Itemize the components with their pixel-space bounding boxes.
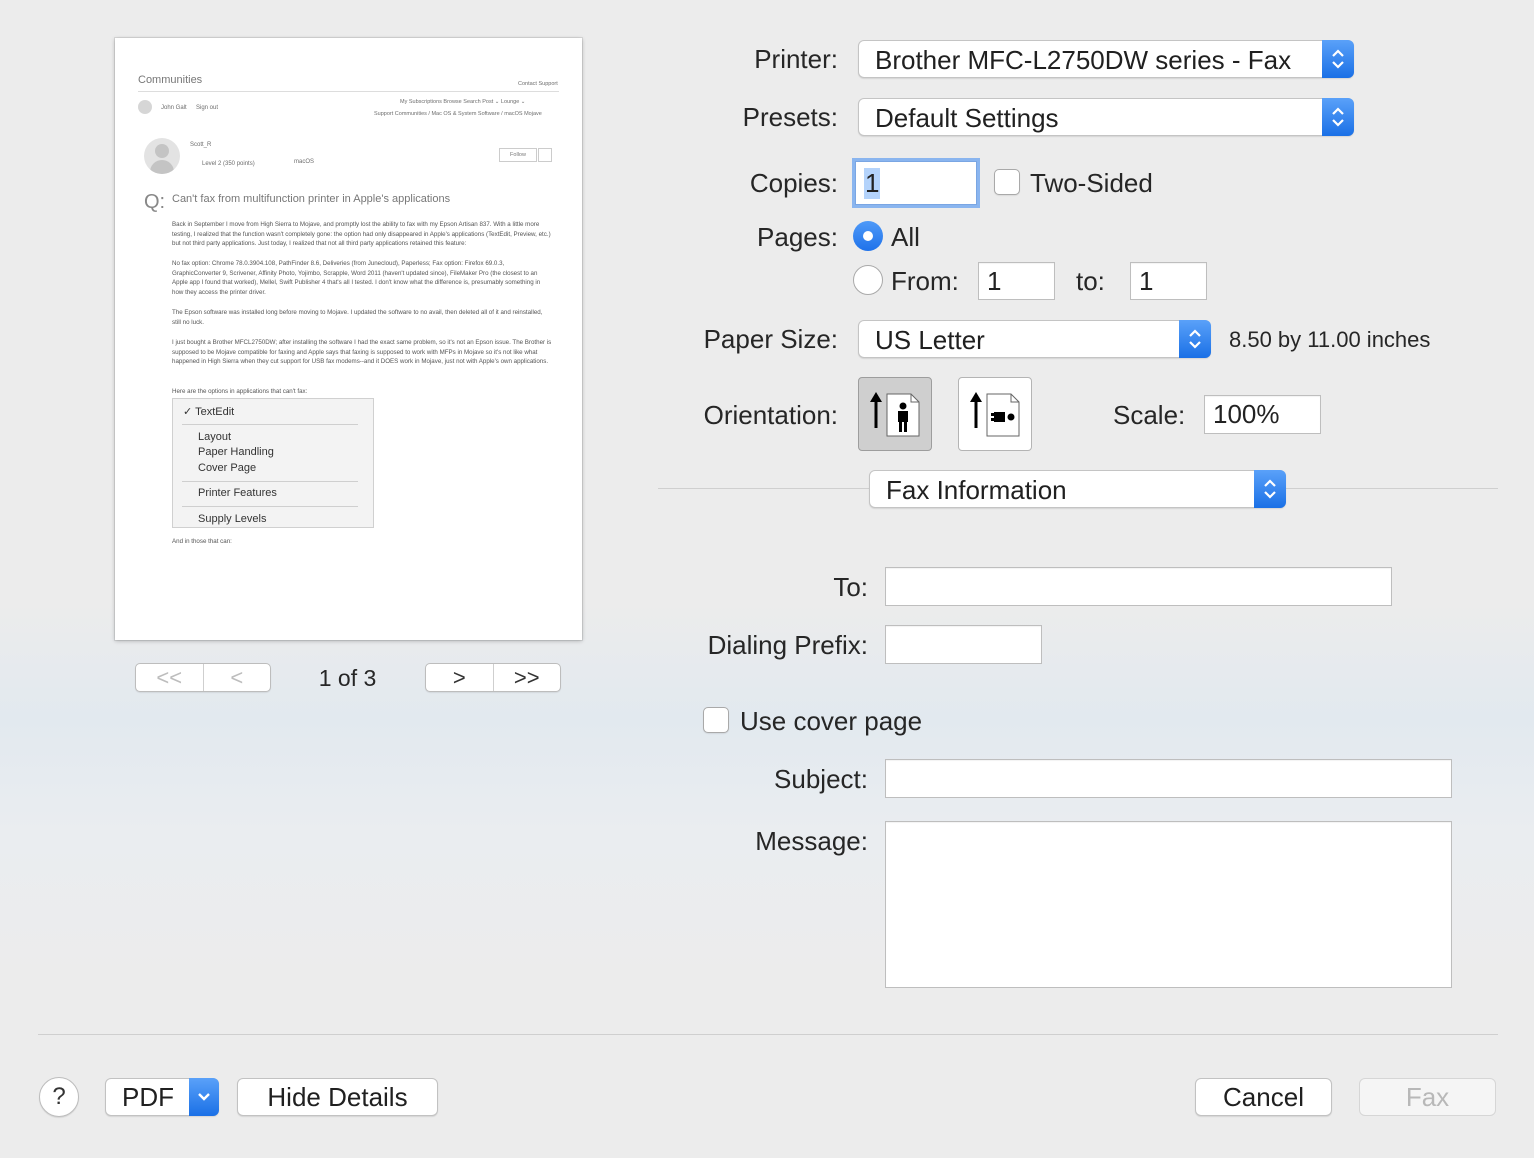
printer-popup[interactable]: Brother MFC-L2750DW series - Fax — [858, 40, 1354, 78]
preview-paragraph-1b: No fax option: Chrome 78.0.3904.108, Pat… — [172, 260, 541, 296]
scale-value: 100% — [1213, 399, 1280, 429]
copies-value: 1 — [864, 167, 881, 199]
pages-to-input[interactable]: 1 — [1130, 262, 1207, 300]
copies-input[interactable]: 1 — [855, 161, 977, 205]
preview-menu-item: Layout — [198, 431, 232, 443]
portrait-icon — [870, 392, 920, 437]
preview-divider — [138, 91, 559, 92]
preview-user-avatar — [138, 100, 152, 114]
preview-product: macOS — [294, 159, 315, 165]
chevron-down-icon — [189, 1078, 219, 1116]
orientation-label: Orientation: — [703, 400, 838, 430]
pdf-label: PDF — [122, 1081, 174, 1112]
pages-to-value: 1 — [1139, 265, 1154, 296]
preview-menu-item: ✓ TextEdit — [183, 406, 235, 418]
footer-divider — [38, 1034, 1498, 1035]
preview-paragraph-5: And in those that can: — [172, 538, 232, 545]
orientation-portrait-button[interactable] — [858, 377, 932, 451]
subject-label: Subject: — [774, 764, 868, 794]
preview-paragraph-1: Back in September I move from High Sierr… — [172, 221, 551, 248]
chevron-updown-icon — [1322, 40, 1354, 78]
presets-popup[interactable]: Default Settings — [858, 98, 1354, 136]
page-preview: Communities Contact Support John Galt Si… — [115, 38, 582, 640]
preview-paragraph-2: The Epson software was installed long be… — [172, 309, 543, 326]
two-sided-label[interactable]: Two-Sided — [1030, 168, 1153, 199]
first-page-button[interactable]: << — [136, 664, 203, 691]
previous-page-button[interactable]: < — [202, 664, 271, 691]
section-popup-value: Fax Information — [886, 475, 1067, 505]
preview-q-mark: Q: — [144, 191, 166, 213]
preview-menu-item: Paper Handling — [198, 446, 274, 458]
paper-size-dimensions: 8.50 by 11.00 inches — [1229, 327, 1431, 352]
presets-label: Presets: — [742, 102, 838, 132]
hide-details-button[interactable]: Hide Details — [237, 1078, 438, 1116]
pages-all-radio[interactable] — [853, 221, 883, 251]
preview-author-avatar — [144, 138, 180, 174]
preview-menu-screenshot: ✓ TextEdit Layout Paper Handling Cover P… — [172, 398, 374, 528]
fax-to-input[interactable] — [885, 567, 1392, 606]
next-page-button[interactable]: > — [426, 664, 493, 691]
preview-header-title: Communities — [138, 74, 203, 86]
paper-size-popup[interactable]: US Letter — [858, 320, 1211, 358]
page-nav-back-group: << < — [135, 663, 271, 692]
pages-from-radio[interactable] — [853, 265, 883, 295]
preview-menu-item: Cover Page — [198, 462, 257, 474]
pages-all-label[interactable]: All — [891, 222, 920, 253]
last-page-button[interactable]: >> — [492, 664, 561, 691]
preview-contact-support: Contact Support — [518, 81, 558, 87]
preview-follow-dropdown — [538, 148, 552, 162]
message-textarea[interactable] — [885, 821, 1452, 988]
orientation-landscape-button[interactable] — [958, 377, 1032, 451]
pages-to-label: to: — [1076, 266, 1105, 296]
preview-menu-item: Printer Features — [198, 487, 277, 499]
landscape-icon — [970, 392, 1020, 437]
dialing-prefix-input[interactable] — [885, 625, 1042, 664]
preview-author-level: Level 2 (350 points) — [202, 161, 255, 167]
cover-page-label[interactable]: Use cover page — [740, 706, 922, 737]
copies-label: Copies: — [749, 168, 838, 198]
preview-sign-out: Sign out — [196, 105, 219, 111]
printer-label: Printer: — [754, 44, 838, 74]
pages-from-label[interactable]: From: — [891, 266, 959, 297]
paper-size-value: US Letter — [875, 325, 985, 355]
preview-question-title: Can't fax from multifunction printer in … — [172, 193, 451, 205]
pages-from-value: 1 — [987, 265, 1002, 296]
pdf-menu-button[interactable]: PDF — [105, 1078, 219, 1116]
page-nav-forward-group: > >> — [425, 663, 561, 692]
preview-menu-item: Supply Levels — [198, 513, 267, 525]
preview-follow-button: Follow — [499, 148, 537, 162]
chevron-updown-icon — [1322, 98, 1354, 136]
cover-page-checkbox[interactable] — [703, 707, 729, 733]
message-label: Message: — [755, 826, 868, 856]
chevron-updown-icon — [1179, 320, 1211, 358]
section-popup[interactable]: Fax Information — [869, 470, 1286, 508]
fax-button[interactable]: Fax — [1359, 1078, 1496, 1116]
preview-user-name: John Galt — [161, 105, 187, 111]
preview-paragraph-3: I just bought a Brother MFCL2750DW; afte… — [172, 339, 552, 366]
scale-input[interactable]: 100% — [1204, 395, 1321, 434]
preview-breadcrumb: Support Communities / Mac OS & System So… — [374, 111, 542, 117]
pages-label: Pages: — [757, 222, 838, 252]
dialing-prefix-label: Dialing Prefix: — [707, 630, 868, 660]
printer-value: Brother MFC-L2750DW series - Fax — [875, 45, 1292, 75]
two-sided-checkbox[interactable] — [994, 169, 1020, 195]
preview-nav-links: My Subscriptions Browse Search Post ⌄ Lo… — [400, 99, 526, 105]
fax-to-label: To: — [833, 572, 868, 602]
presets-value: Default Settings — [875, 103, 1059, 133]
subject-input[interactable] — [885, 759, 1452, 798]
preview-author: Scott_R — [190, 142, 212, 148]
help-button[interactable]: ? — [39, 1077, 79, 1117]
scale-label: Scale: — [1113, 400, 1186, 430]
cancel-button[interactable]: Cancel — [1195, 1078, 1332, 1116]
preview-paragraph-4: Here are the options in applications tha… — [172, 388, 308, 395]
page-status: 1 of 3 — [318, 665, 377, 691]
chevron-updown-icon — [1254, 470, 1286, 508]
pages-from-input[interactable]: 1 — [978, 262, 1055, 300]
paper-size-label: Paper Size: — [703, 324, 838, 354]
